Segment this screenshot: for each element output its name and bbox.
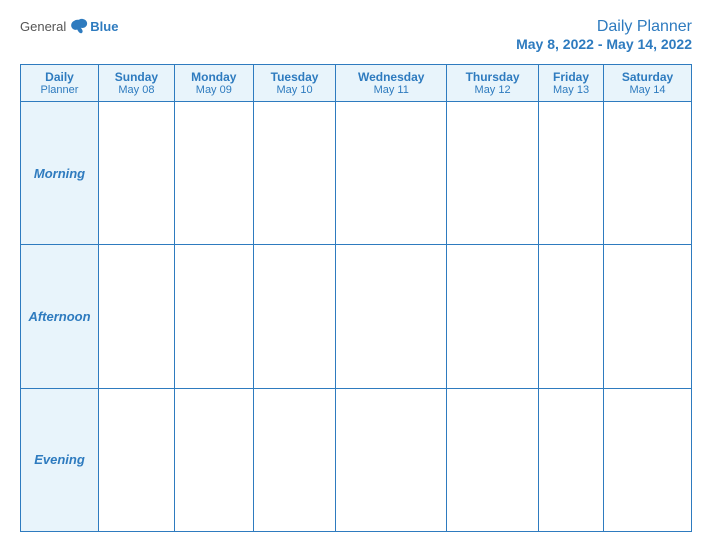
logo-bird-icon — [70, 18, 88, 34]
afternoon-sunday-cell[interactable] — [99, 245, 175, 388]
title-date: May 8, 2022 - May 14, 2022 — [516, 36, 692, 52]
day-name-6: Saturday — [607, 70, 688, 84]
morning-row: Morning — [21, 102, 692, 245]
day-date-0: May 08 — [102, 84, 171, 96]
day-name-5: Friday — [542, 70, 600, 84]
logo-blue-text: Blue — [90, 19, 118, 34]
evening-label: Evening — [21, 388, 99, 531]
morning-wednesday-cell[interactable] — [336, 102, 447, 245]
title-main: Daily Planner — [516, 18, 692, 36]
logo-general-text: General — [20, 19, 66, 34]
col-header-wednesday: Wednesday May 11 — [336, 65, 447, 102]
evening-row: Evening — [21, 388, 692, 531]
morning-sunday-cell[interactable] — [99, 102, 175, 245]
afternoon-tuesday-cell[interactable] — [253, 245, 336, 388]
afternoon-monday-cell[interactable] — [174, 245, 253, 388]
col-header-monday: Monday May 09 — [174, 65, 253, 102]
col-header-thursday: Thursday May 12 — [447, 65, 539, 102]
corner-label-line2: Planner — [24, 84, 95, 96]
day-name-4: Thursday — [450, 70, 535, 84]
col-header-friday: Friday May 13 — [539, 65, 604, 102]
morning-tuesday-cell[interactable] — [253, 102, 336, 245]
afternoon-wednesday-cell[interactable] — [336, 245, 447, 388]
day-date-2: May 10 — [257, 84, 333, 96]
afternoon-label: Afternoon — [21, 245, 99, 388]
day-name-0: Sunday — [102, 70, 171, 84]
corner-cell: Daily Planner — [21, 65, 99, 102]
evening-thursday-cell[interactable] — [447, 388, 539, 531]
evening-wednesday-cell[interactable] — [336, 388, 447, 531]
day-name-3: Wednesday — [339, 70, 443, 84]
logo: General Blue — [20, 18, 118, 34]
calendar-table: Daily Planner Sunday May 08 Monday May 0… — [20, 64, 692, 532]
col-header-sunday: Sunday May 08 — [99, 65, 175, 102]
logo-area: General Blue — [20, 18, 118, 34]
morning-saturday-cell[interactable] — [603, 102, 691, 245]
corner-label-line1: Daily — [24, 70, 95, 84]
day-date-5: May 13 — [542, 84, 600, 96]
morning-thursday-cell[interactable] — [447, 102, 539, 245]
evening-friday-cell[interactable] — [539, 388, 604, 531]
evening-saturday-cell[interactable] — [603, 388, 691, 531]
afternoon-thursday-cell[interactable] — [447, 245, 539, 388]
afternoon-saturday-cell[interactable] — [603, 245, 691, 388]
col-header-tuesday: Tuesday May 10 — [253, 65, 336, 102]
col-header-saturday: Saturday May 14 — [603, 65, 691, 102]
title-area: Daily Planner May 8, 2022 - May 14, 2022 — [516, 18, 692, 52]
day-date-1: May 09 — [178, 84, 250, 96]
morning-friday-cell[interactable] — [539, 102, 604, 245]
evening-sunday-cell[interactable] — [99, 388, 175, 531]
header-row: Daily Planner Sunday May 08 Monday May 0… — [21, 65, 692, 102]
morning-label: Morning — [21, 102, 99, 245]
day-date-6: May 14 — [607, 84, 688, 96]
afternoon-friday-cell[interactable] — [539, 245, 604, 388]
evening-tuesday-cell[interactable] — [253, 388, 336, 531]
header: General Blue Daily Planner May 8, 2022 -… — [20, 18, 692, 52]
day-name-2: Tuesday — [257, 70, 333, 84]
day-name-1: Monday — [178, 70, 250, 84]
day-date-4: May 12 — [450, 84, 535, 96]
afternoon-row: Afternoon — [21, 245, 692, 388]
morning-monday-cell[interactable] — [174, 102, 253, 245]
evening-monday-cell[interactable] — [174, 388, 253, 531]
page: General Blue Daily Planner May 8, 2022 -… — [0, 0, 712, 550]
day-date-3: May 11 — [339, 84, 443, 96]
